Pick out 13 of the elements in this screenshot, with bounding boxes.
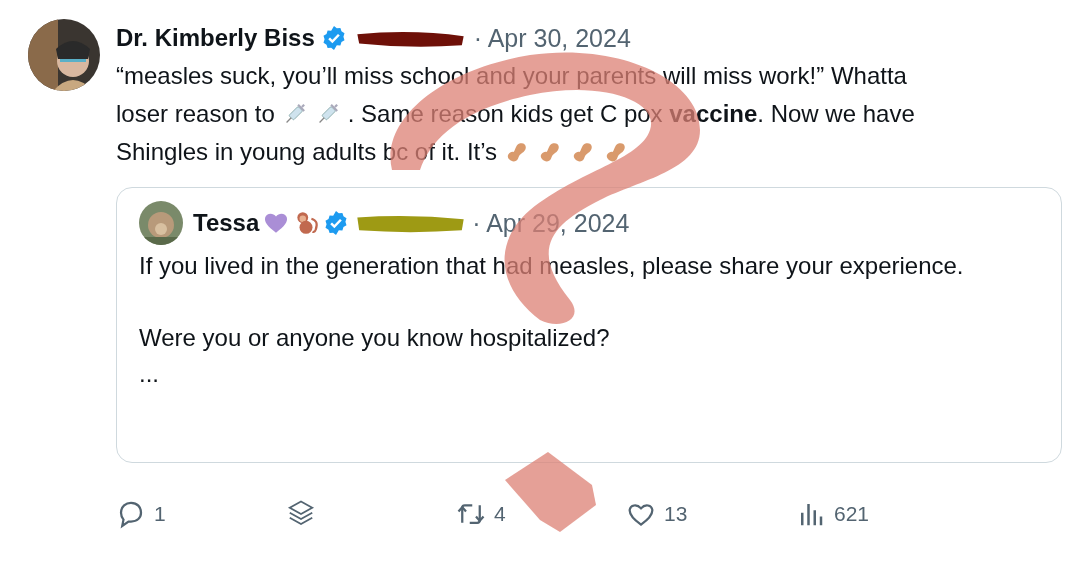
- author-name[interactable]: Dr. Kimberly Biss: [116, 24, 315, 52]
- quoted-post-text: ...: [139, 359, 160, 389]
- action-count: 13: [664, 502, 688, 526]
- quoted-post-text: Were you or anyone you know hospitalized?: [139, 323, 611, 353]
- post-date[interactable]: · Apr 30, 2024: [473, 23, 631, 53]
- quoted-post-text: If you lived in the generation that had measles, please share your experience.: [139, 251, 965, 281]
- action-count: 4: [494, 502, 506, 526]
- action-count: 621: [834, 502, 870, 526]
- quoted-author-name[interactable]: Tessa: [193, 209, 260, 237]
- post-text: Shingles in young adults bc of it. It’s: [116, 137, 498, 167]
- post-text: . Same reason kids get C pox vaccine. Now we have: [347, 99, 915, 129]
- action-count: 1: [154, 502, 166, 526]
- post-text: loser reason to: [116, 99, 275, 129]
